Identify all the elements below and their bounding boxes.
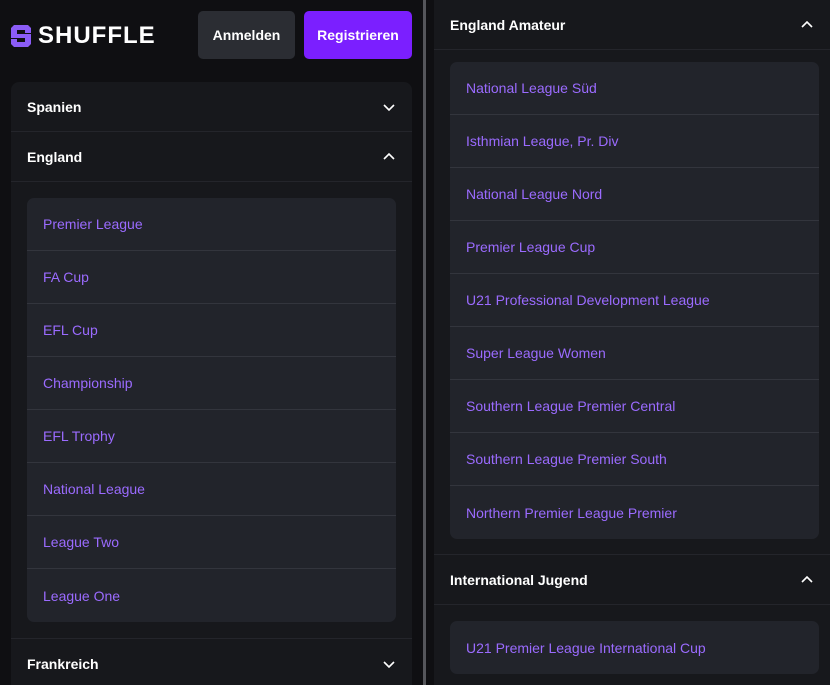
list-item[interactable]: National League Süd <box>450 62 819 115</box>
list-item[interactable]: Championship <box>27 357 396 410</box>
login-button[interactable]: Anmelden <box>198 11 295 59</box>
section-frankreich[interactable]: Frankreich <box>11 639 412 685</box>
jugend-league-list: U21 Premier League International Cup <box>450 621 819 674</box>
pane-divider <box>423 0 426 685</box>
list-item[interactable]: League One <box>27 569 396 622</box>
list-item[interactable]: Premier League <box>27 198 396 251</box>
list-item[interactable]: Isthmian League, Pr. Div <box>450 115 819 168</box>
section-england[interactable]: England <box>11 132 412 182</box>
list-item[interactable]: EFL Cup <box>27 304 396 357</box>
chevron-up-icon <box>383 152 395 160</box>
section-international-jugend: International Jugend U21 Premier League … <box>434 554 830 685</box>
section-title: England <box>27 148 83 165</box>
chevron-up-icon <box>801 575 813 583</box>
sports-card-bottom: Frankreich <box>11 638 412 685</box>
shuffle-logo-icon <box>11 25 31 47</box>
list-item[interactable]: EFL Trophy <box>27 410 396 463</box>
brand-name: SHUFFLE <box>38 22 156 49</box>
left-pane: SHUFFLE Anmelden Registrieren Spanien En… <box>0 0 423 685</box>
site-header: SHUFFLE Anmelden Registrieren <box>0 0 423 82</box>
list-item[interactable]: Southern League Premier South <box>450 433 819 486</box>
list-item[interactable]: Premier League Cup <box>450 221 819 274</box>
list-item[interactable]: U21 Professional Development League <box>450 274 819 327</box>
amateur-league-list: National League Süd Isthmian League, Pr.… <box>450 62 819 539</box>
logo[interactable]: SHUFFLE <box>10 22 156 50</box>
chevron-down-icon <box>383 103 395 111</box>
list-item[interactable]: Southern League Premier Central <box>450 380 819 433</box>
section-header-england-amateur[interactable]: England Amateur <box>434 0 830 50</box>
section-england-amateur: England Amateur National League Süd Isth… <box>434 0 830 554</box>
england-league-list: Premier League FA Cup EFL Cup Championsh… <box>27 198 396 622</box>
chevron-down-icon <box>383 661 395 669</box>
list-item[interactable]: U21 Premier League International Cup <box>450 621 819 674</box>
list-item[interactable]: National League <box>27 463 396 516</box>
list-item[interactable]: Super League Women <box>450 327 819 380</box>
section-header-international-jugend[interactable]: International Jugend <box>434 555 830 605</box>
list-item[interactable]: FA Cup <box>27 251 396 304</box>
section-title: England Amateur <box>450 16 566 33</box>
list-item[interactable]: League Two <box>27 516 396 569</box>
section-title: Frankreich <box>27 656 99 672</box>
chevron-up-icon <box>801 20 813 28</box>
right-pane: England Amateur National League Süd Isth… <box>434 0 830 685</box>
list-item[interactable]: Northern Premier League Premier <box>450 486 819 539</box>
section-title: International Jugend <box>450 571 588 588</box>
section-spanien[interactable]: Spanien <box>11 82 412 132</box>
list-item[interactable]: National League Nord <box>450 168 819 221</box>
section-title: Spanien <box>27 98 82 115</box>
register-button[interactable]: Registrieren <box>304 11 412 59</box>
